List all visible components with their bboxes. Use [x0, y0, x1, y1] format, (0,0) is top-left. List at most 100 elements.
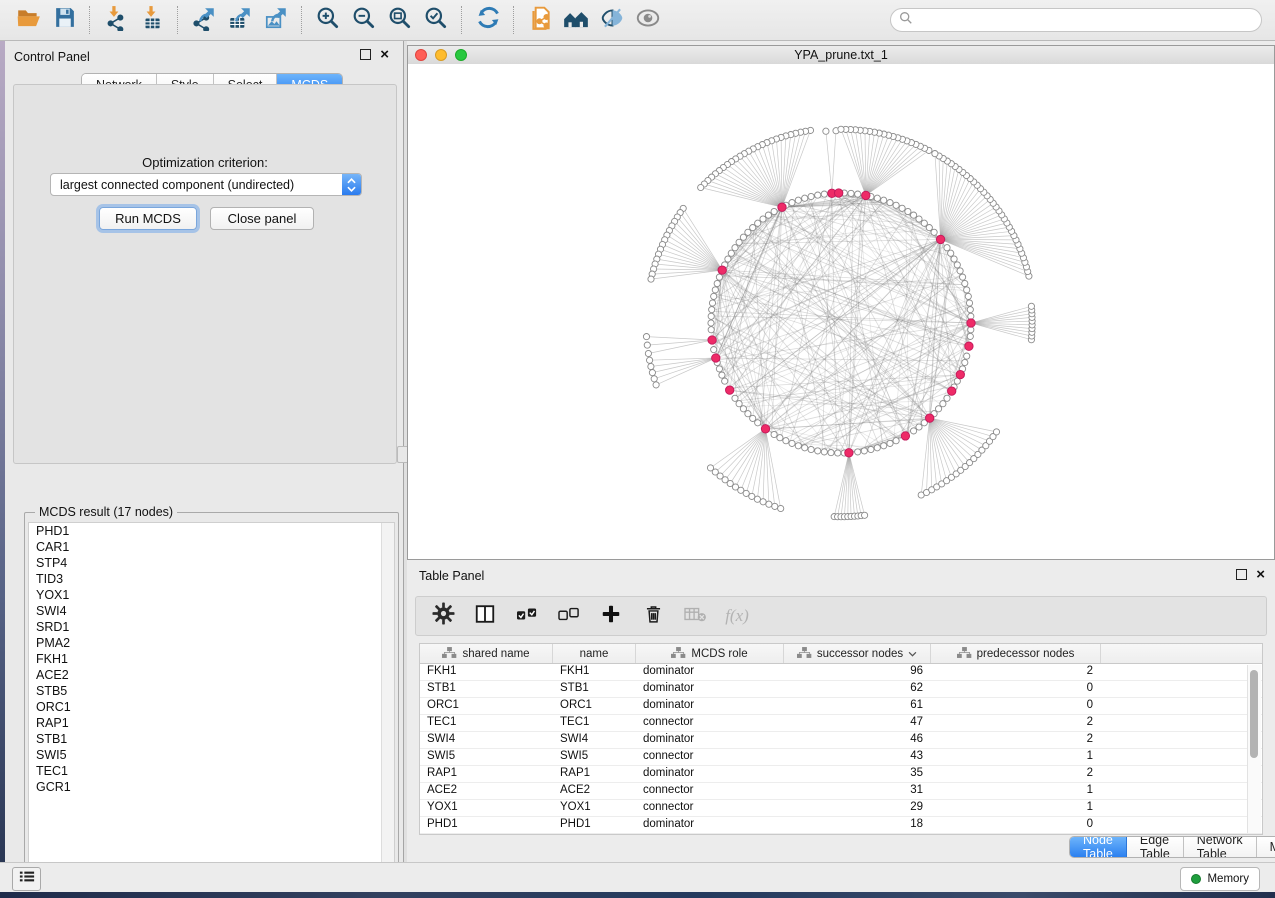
deselect-all-rows-button[interactable] — [556, 603, 582, 629]
table-row[interactable]: PHD1PHD1dominator180 — [420, 817, 1262, 834]
column-header-shared-name[interactable]: shared name — [420, 644, 553, 663]
table-row[interactable]: TEC1TEC1connector472 — [420, 715, 1262, 732]
mcds-result-item[interactable]: TEC1 — [29, 763, 394, 779]
graph-node[interactable] — [855, 449, 861, 455]
optimization-criterion-select[interactable]: largest connected component (undirected) — [50, 173, 362, 196]
graph-node[interactable] — [916, 216, 922, 222]
graph-node[interactable] — [722, 378, 728, 384]
table-row[interactable]: SWI5SWI5connector431 — [420, 749, 1262, 766]
graph-node[interactable] — [887, 440, 893, 446]
graph-node[interactable] — [954, 262, 960, 268]
graph-hub-node[interactable] — [965, 342, 973, 350]
fit-selected-button[interactable] — [418, 4, 454, 36]
graph-node[interactable] — [651, 376, 657, 382]
graph-node[interactable] — [728, 250, 734, 256]
graph-node[interactable] — [789, 200, 795, 206]
mcds-result-item[interactable]: STP4 — [29, 555, 394, 571]
mcds-result-item[interactable]: RAP1 — [29, 715, 394, 731]
task-history-button[interactable] — [12, 867, 41, 891]
float-table-panel-icon[interactable] — [1236, 569, 1247, 580]
graph-node[interactable] — [750, 415, 756, 421]
graph-node[interactable] — [740, 406, 746, 412]
save-session-button[interactable] — [46, 4, 82, 36]
graph-node[interactable] — [772, 503, 778, 509]
graph-node[interactable] — [874, 195, 880, 201]
graph-hub-node[interactable] — [712, 354, 720, 362]
graph-hub-node[interactable] — [835, 189, 843, 197]
graph-hub-node[interactable] — [726, 386, 734, 394]
table-scrollbar[interactable] — [1247, 665, 1261, 833]
column-header-predecessor-nodes[interactable]: predecessor nodes — [931, 644, 1101, 663]
table-row[interactable]: STB1STB1dominator620 — [420, 681, 1262, 698]
graph-node[interactable] — [736, 239, 742, 245]
graph-node[interactable] — [874, 445, 880, 451]
graph-node[interactable] — [766, 501, 772, 507]
graph-node[interactable] — [648, 363, 654, 369]
add-column-button[interactable] — [598, 603, 624, 629]
graph-hub-node[interactable] — [901, 432, 909, 440]
graph-node[interactable] — [1028, 303, 1034, 309]
run-mcds-button[interactable]: Run MCDS — [99, 207, 197, 230]
graph-node[interactable] — [881, 443, 887, 449]
mcds-result-item[interactable]: SWI5 — [29, 747, 394, 763]
graph-node[interactable] — [765, 212, 771, 218]
graph-node[interactable] — [965, 293, 971, 299]
graph-node[interactable] — [957, 268, 963, 274]
tab-edge-table[interactable]: Edge Table — [1127, 837, 1184, 857]
graph-node[interactable] — [966, 300, 972, 306]
table-row[interactable]: RAP1RAP1dominator352 — [420, 766, 1262, 783]
graph-node[interactable] — [828, 450, 834, 456]
graph-node[interactable] — [648, 276, 654, 282]
mcds-result-item[interactable]: PMA2 — [29, 635, 394, 651]
graph-node[interactable] — [960, 274, 966, 280]
graph-hub-node[interactable] — [708, 336, 716, 344]
graph-node[interactable] — [716, 366, 722, 372]
graph-node[interactable] — [653, 382, 659, 388]
mcds-result-item[interactable]: CAR1 — [29, 539, 394, 555]
graph-node[interactable] — [795, 443, 801, 449]
graph-node[interactable] — [881, 197, 887, 203]
graph-hub-node[interactable] — [936, 235, 944, 243]
mcds-result-item[interactable]: YOX1 — [29, 587, 394, 603]
table-scrollbar-thumb[interactable] — [1250, 670, 1258, 758]
preview-eye-button[interactable] — [630, 4, 666, 36]
graph-hub-node[interactable] — [718, 266, 726, 274]
graph-node[interactable] — [795, 197, 801, 203]
graph-node[interactable] — [823, 128, 829, 134]
graph-node[interactable] — [931, 229, 937, 235]
graph-node[interactable] — [911, 212, 917, 218]
graph-node[interactable] — [711, 347, 717, 353]
graph-node[interactable] — [647, 357, 653, 363]
mcds-result-item[interactable]: SWI4 — [29, 603, 394, 619]
graph-node[interactable] — [802, 445, 808, 451]
graph-node[interactable] — [736, 401, 742, 407]
graph-node[interactable] — [643, 334, 649, 340]
graph-node[interactable] — [755, 420, 761, 426]
graph-node[interactable] — [698, 184, 704, 190]
mcds-result-item[interactable]: FKH1 — [29, 651, 394, 667]
graph-node[interactable] — [861, 448, 867, 454]
network-canvas[interactable] — [408, 64, 1274, 559]
graph-node[interactable] — [887, 200, 893, 206]
apply-layout-button[interactable] — [470, 4, 506, 36]
graph-hub-node[interactable] — [845, 449, 853, 457]
graph-node[interactable] — [899, 205, 905, 211]
graph-node[interactable] — [838, 126, 844, 132]
tab-node-table[interactable]: Node Table — [1070, 837, 1127, 857]
graph-node[interactable] — [893, 202, 899, 208]
graph-hub-node[interactable] — [948, 387, 956, 395]
float-panel-icon[interactable] — [360, 49, 371, 60]
graph-node[interactable] — [745, 229, 751, 235]
tab-network-table[interactable]: Network Table — [1184, 837, 1257, 857]
import-table-button[interactable] — [134, 4, 170, 36]
graph-node[interactable] — [944, 395, 950, 401]
graph-node[interactable] — [802, 195, 808, 201]
graph-node[interactable] — [868, 446, 874, 452]
graph-node[interactable] — [967, 333, 973, 339]
graph-node[interactable] — [835, 450, 841, 456]
graph-node[interactable] — [732, 245, 738, 251]
mcds-result-item[interactable]: SRD1 — [29, 619, 394, 635]
graph-node[interactable] — [911, 428, 917, 434]
table-row[interactable]: FKH1FKH1dominator962 — [420, 664, 1262, 681]
graph-node[interactable] — [716, 274, 722, 280]
